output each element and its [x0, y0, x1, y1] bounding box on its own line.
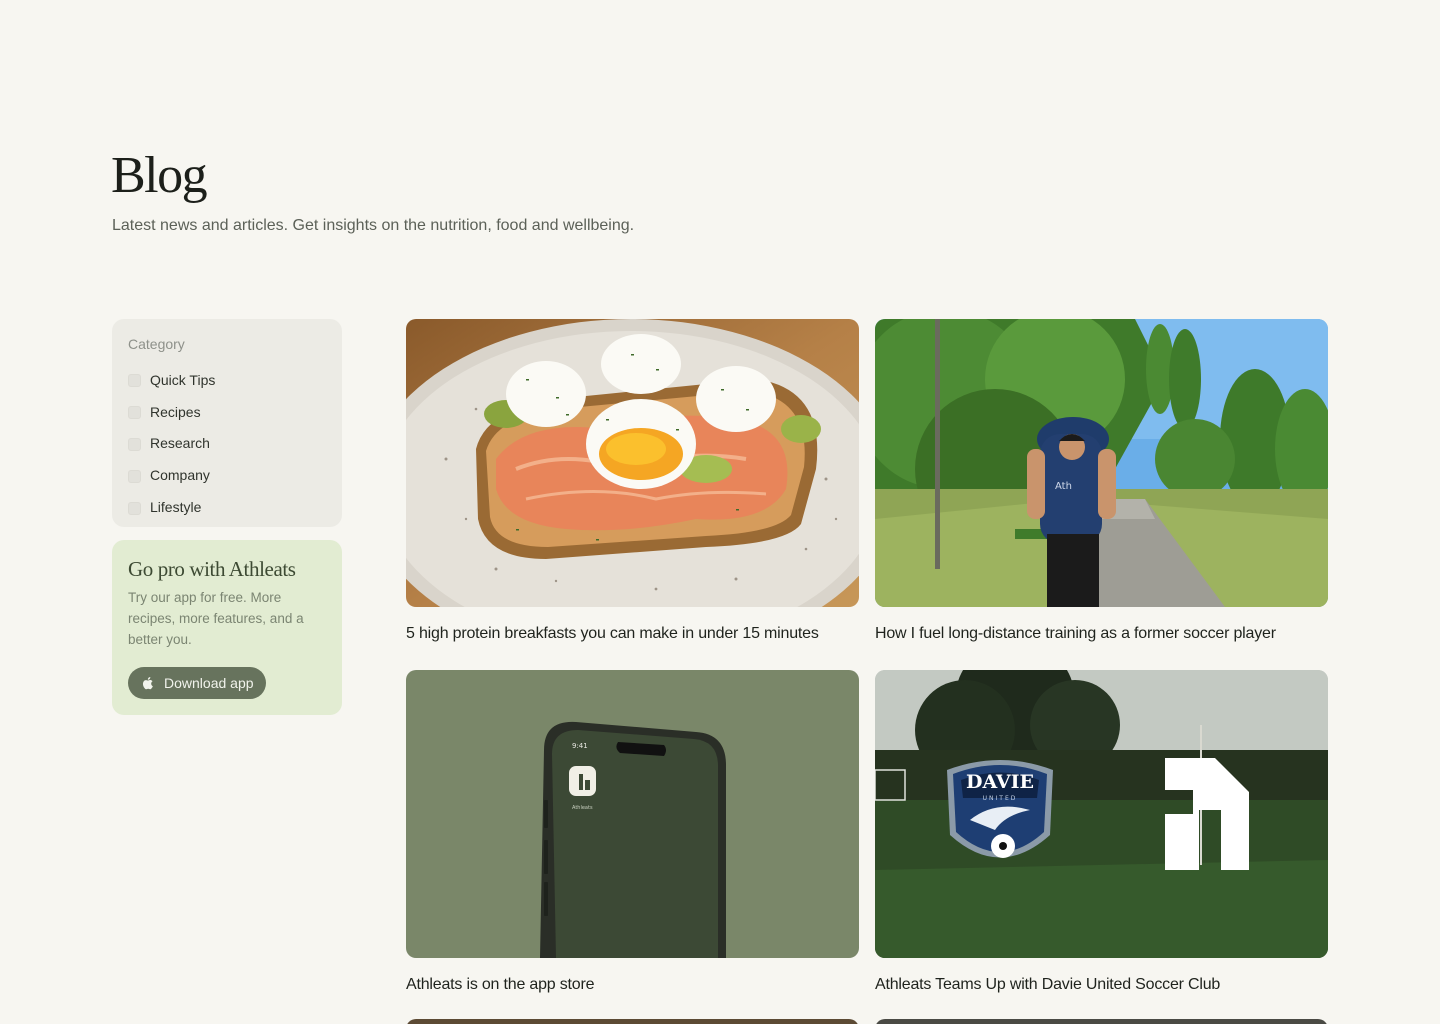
post-image-partial: [406, 1019, 859, 1024]
filter-item-company[interactable]: Company: [128, 459, 326, 491]
filter-label: Research: [150, 435, 210, 452]
filter-label: Lifestyle: [150, 499, 202, 516]
apple-icon: [140, 675, 156, 691]
post-card[interactable]: DAVIE UNITED Athleats Teams Up with Davi…: [875, 670, 1328, 994]
checkbox[interactable]: [128, 469, 141, 483]
download-app-button[interactable]: Download app: [128, 667, 266, 699]
filter-item-recipes[interactable]: Recipes: [128, 396, 326, 428]
filter-item-quick-tips[interactable]: Quick Tips: [128, 364, 326, 396]
checkbox[interactable]: [128, 374, 141, 388]
phone-app-label: Athleats: [572, 805, 593, 811]
promo-text: Try our app for free. More recipes, more…: [128, 590, 304, 647]
post-title[interactable]: Athleats Teams Up with Davie United Socc…: [875, 976, 1328, 994]
post-card[interactable]: 9:41 Athleats Athleats is on the app sto…: [406, 670, 859, 994]
category-filter-panel: Category Quick Tips Recipes Research Com…: [112, 319, 342, 527]
post-title[interactable]: How I fuel long-distance training as a f…: [875, 625, 1328, 643]
promo-title: Go pro with Athleats: [128, 557, 296, 581]
post-image-davie-united: DAVIE UNITED: [875, 670, 1328, 958]
filter-label: Company: [150, 467, 210, 484]
post-card[interactable]: 5 high protein breakfasts you can make i…: [406, 319, 859, 643]
download-app-label: Download app: [164, 675, 254, 691]
checkbox[interactable]: [128, 501, 141, 515]
post-image-phone: 9:41 Athleats: [406, 670, 859, 958]
post-title[interactable]: 5 high protein breakfasts you can make i…: [406, 625, 859, 643]
davie-badge-subtitle: UNITED: [983, 795, 1018, 802]
page-subtitle: Latest news and articles. Get insights o…: [112, 217, 635, 234]
filter-label: Recipes: [150, 403, 201, 420]
filter-label: Quick Tips: [150, 371, 216, 388]
davie-badge-name: DAVIE: [966, 771, 1034, 793]
phone-time: 9:41: [572, 742, 588, 750]
post-image-partial: [875, 1019, 1328, 1024]
svg-text:Ath: Ath: [1055, 481, 1072, 492]
filter-item-research[interactable]: Research: [128, 428, 326, 460]
filter-heading: Category: [128, 336, 185, 352]
page-title: Blog: [111, 147, 208, 204]
filter-item-lifestyle[interactable]: Lifestyle: [128, 491, 326, 523]
post-title[interactable]: Athleats is on the app store: [406, 976, 859, 994]
checkbox[interactable]: [128, 406, 141, 420]
promo-card: Go pro with Athleats Try our app for fre…: [112, 540, 342, 715]
checkbox[interactable]: [128, 437, 141, 451]
post-image-breakfast: [406, 319, 859, 607]
post-image-runner: Ath: [875, 319, 1328, 607]
post-card[interactable]: Ath How I fuel long-distance training as…: [875, 319, 1328, 643]
